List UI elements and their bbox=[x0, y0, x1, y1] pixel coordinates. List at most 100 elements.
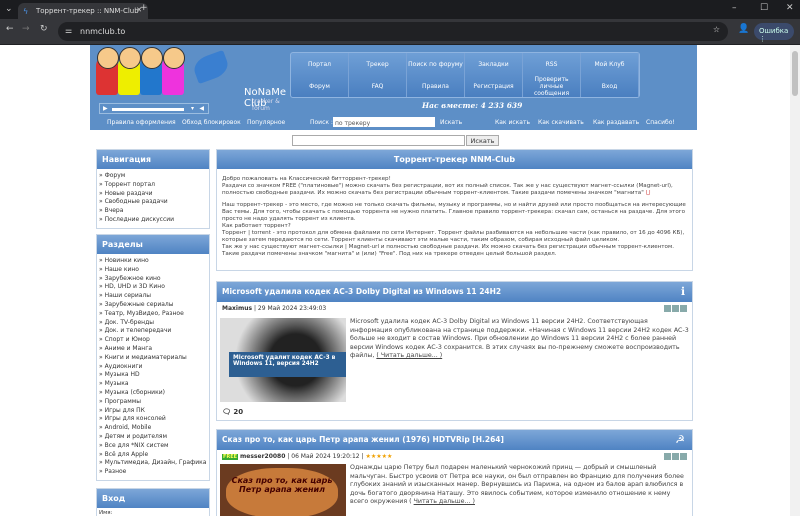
sidebar-link[interactable]: » Торрент портал bbox=[97, 181, 209, 190]
nav-tracker[interactable]: Трекер bbox=[349, 53, 407, 75]
site-search-input[interactable] bbox=[292, 135, 465, 146]
link-bypass-blocks[interactable]: Обход блокировок bbox=[182, 119, 241, 126]
intro-line: Как работает торрент? bbox=[222, 223, 291, 229]
nav-forum-search[interactable]: Поиск по форуму bbox=[407, 53, 465, 75]
news-author[interactable]: messer20080 bbox=[240, 453, 285, 460]
bookmark-star-icon[interactable]: ☆ bbox=[713, 25, 720, 34]
maximize-button[interactable]: ☐ bbox=[760, 3, 768, 13]
sidebar-link[interactable]: » Спорт и Юмор bbox=[97, 336, 209, 345]
nav-portal[interactable]: Портал bbox=[291, 53, 349, 75]
profile-error-button[interactable]: Ошибка ⋮ bbox=[754, 23, 794, 43]
dropdown-icon[interactable]: ▾ bbox=[191, 105, 194, 112]
scrollbar-thumb[interactable] bbox=[792, 51, 798, 96]
link-how-to-search[interactable]: Как искать bbox=[495, 119, 530, 126]
link-how-to-download[interactable]: Как скачивать bbox=[538, 119, 584, 126]
link-formatting-rules[interactable]: Правила оформления bbox=[107, 119, 176, 126]
sidebar-link[interactable]: » HD, UHD и 3D Кино bbox=[97, 283, 209, 292]
reload-icon[interactable]: ↻ bbox=[40, 24, 48, 34]
link-how-to-seed[interactable]: Как раздавать bbox=[593, 119, 639, 126]
radio-player[interactable]: ▶ ▾ ◀ bbox=[99, 103, 209, 114]
sidebar-link[interactable]: » Все для *NIX систем bbox=[97, 442, 209, 451]
sidebar-link[interactable]: » Игры для консолей bbox=[97, 415, 209, 424]
new-tab-button[interactable]: + bbox=[140, 3, 148, 13]
intro-line: Раздачи со значком FREE ("платиновые") м… bbox=[222, 183, 687, 197]
tracker-search-button[interactable]: Искать bbox=[440, 119, 462, 126]
news-header: Microsoft удалила кодек AC-3 Dolby Digit… bbox=[217, 282, 692, 302]
sidebar-link[interactable]: » Игры для ПК bbox=[97, 407, 209, 416]
news-image[interactable]: Сказ про то, как царь Петр арапа женил bbox=[220, 464, 346, 516]
share-facebook-icon[interactable] bbox=[672, 453, 679, 460]
nav-rules[interactable]: Правила bbox=[407, 75, 465, 97]
nav-bookmarks[interactable]: Закладки bbox=[465, 53, 523, 75]
profile-icon[interactable]: 👤 bbox=[738, 24, 749, 34]
sidebar-link[interactable]: » Детям и родителям bbox=[97, 433, 209, 442]
sidebar-link[interactable]: » Android, Mobile bbox=[97, 424, 209, 433]
share-twitter-icon[interactable] bbox=[664, 453, 671, 460]
site-search-button[interactable]: Искать bbox=[466, 135, 499, 146]
nav-faq[interactable]: FAQ bbox=[349, 75, 407, 97]
sidebar-link[interactable]: » Док. TV-бренды bbox=[97, 319, 209, 328]
sidebar-link[interactable]: » Программы bbox=[97, 398, 209, 407]
site-logo[interactable]: NoNaMe Club tracker & forum ▶ ▾ ◀ bbox=[94, 47, 286, 117]
sidebar-link[interactable]: » Наше кино bbox=[97, 266, 209, 275]
read-more-link[interactable]: ( Читать дальше... ) bbox=[376, 352, 442, 359]
nav-login[interactable]: Вход bbox=[581, 75, 639, 97]
share-vk-icon[interactable] bbox=[680, 305, 687, 312]
sidebar-link[interactable]: » Вчера bbox=[97, 207, 209, 216]
sidebar-link[interactable]: » Мультимедиа, Дизайн, Графика bbox=[97, 459, 209, 468]
comments-number: 20 bbox=[233, 408, 244, 416]
share-twitter-icon[interactable] bbox=[664, 305, 671, 312]
sidebar-link[interactable]: » Театр, МузВидео, Разное bbox=[97, 310, 209, 319]
sidebar-link[interactable]: » Разное bbox=[97, 468, 209, 477]
intro-line: Так же у нас существуют магнет-ссылки | … bbox=[222, 244, 674, 257]
nav-register[interactable]: Регистрация bbox=[465, 75, 523, 97]
share-facebook-icon[interactable] bbox=[672, 305, 679, 312]
share-vk-icon[interactable] bbox=[680, 453, 687, 460]
sections-panel: Разделы » Новинки кино» Наше кино» Заруб… bbox=[96, 234, 210, 481]
url-input[interactable]: ⚌ nnmclub.to ☆ bbox=[58, 22, 728, 41]
minimize-button[interactable]: – bbox=[732, 3, 737, 13]
read-more-link[interactable]: Читать дальше... ) bbox=[414, 498, 475, 505]
sidebar-link[interactable]: » Аудиокниги bbox=[97, 363, 209, 372]
link-thanks[interactable]: Спасибо! bbox=[646, 119, 675, 126]
site-info-icon[interactable]: ⚌ bbox=[65, 26, 72, 35]
poster-title: Сказ про то, как царь Петр арапа женил bbox=[226, 468, 338, 516]
sidebar-link[interactable]: » Музыка (сборники) bbox=[97, 389, 209, 398]
sidebar-link[interactable]: » Зарубежные сериалы bbox=[97, 301, 209, 310]
comments-count[interactable]: 🗨 20 bbox=[222, 408, 243, 416]
sidebar-link[interactable]: » Музыка HD bbox=[97, 371, 209, 380]
back-icon[interactable]: ← bbox=[6, 24, 14, 34]
link-popular[interactable]: Популярное bbox=[247, 119, 285, 126]
sidebar-link[interactable]: » Книги и медиаматериалы bbox=[97, 354, 209, 363]
tab-list-icon[interactable]: ⌄ bbox=[5, 4, 13, 14]
sidebar-link[interactable]: » Всё для Apple bbox=[97, 451, 209, 460]
sidebar-link[interactable]: » Последние дискуссии bbox=[97, 216, 209, 225]
news-title[interactable]: Сказ про то, как царь Петр арапа женил (… bbox=[222, 435, 504, 444]
sidebar-link[interactable]: » Новые раздачи bbox=[97, 190, 209, 199]
sidebar-link[interactable]: » Свободные раздачи bbox=[97, 198, 209, 207]
news-title[interactable]: Microsoft удалила кодек AC-3 Dolby Digit… bbox=[222, 287, 501, 296]
nav-rss[interactable]: RSS bbox=[523, 53, 581, 75]
volume-icon[interactable]: ◀ bbox=[199, 105, 204, 112]
sidebar-link[interactable]: » Музыка bbox=[97, 380, 209, 389]
sidebar-link[interactable]: » Новинки кино bbox=[97, 257, 209, 266]
nav-forum[interactable]: Форум bbox=[291, 75, 349, 97]
share-buttons bbox=[663, 305, 687, 314]
player-progress[interactable] bbox=[112, 108, 184, 111]
welcome-text: Добро пожаловать на Классический битторр… bbox=[217, 169, 692, 265]
news-author[interactable]: Maximus bbox=[222, 305, 252, 312]
nav-my-club[interactable]: Мой Клуб bbox=[581, 53, 639, 75]
sidebar-link[interactable]: » Зарубежное кино bbox=[97, 275, 209, 284]
play-icon[interactable]: ▶ bbox=[103, 105, 108, 112]
tracker-search-input[interactable]: по трекеру bbox=[333, 117, 435, 127]
browser-tab[interactable]: ϟ Торрент-трекер :: NNM-Club ✕ bbox=[18, 3, 148, 19]
nav-private-messages[interactable]: Проверить личные сообщения bbox=[523, 75, 581, 97]
page-scrollbar[interactable] bbox=[790, 45, 800, 516]
intro-line: Добро пожаловать на Классический битторр… bbox=[222, 176, 391, 182]
sidebar-link[interactable]: » Наши сериалы bbox=[97, 292, 209, 301]
sidebar-link[interactable]: » Аниме и Манга bbox=[97, 345, 209, 354]
sidebar-link[interactable]: » Форум bbox=[97, 172, 209, 181]
forward-icon[interactable]: → bbox=[22, 24, 30, 34]
sidebar-link[interactable]: » Док. и телепередачи bbox=[97, 327, 209, 336]
close-window-button[interactable]: ✕ bbox=[786, 3, 794, 13]
